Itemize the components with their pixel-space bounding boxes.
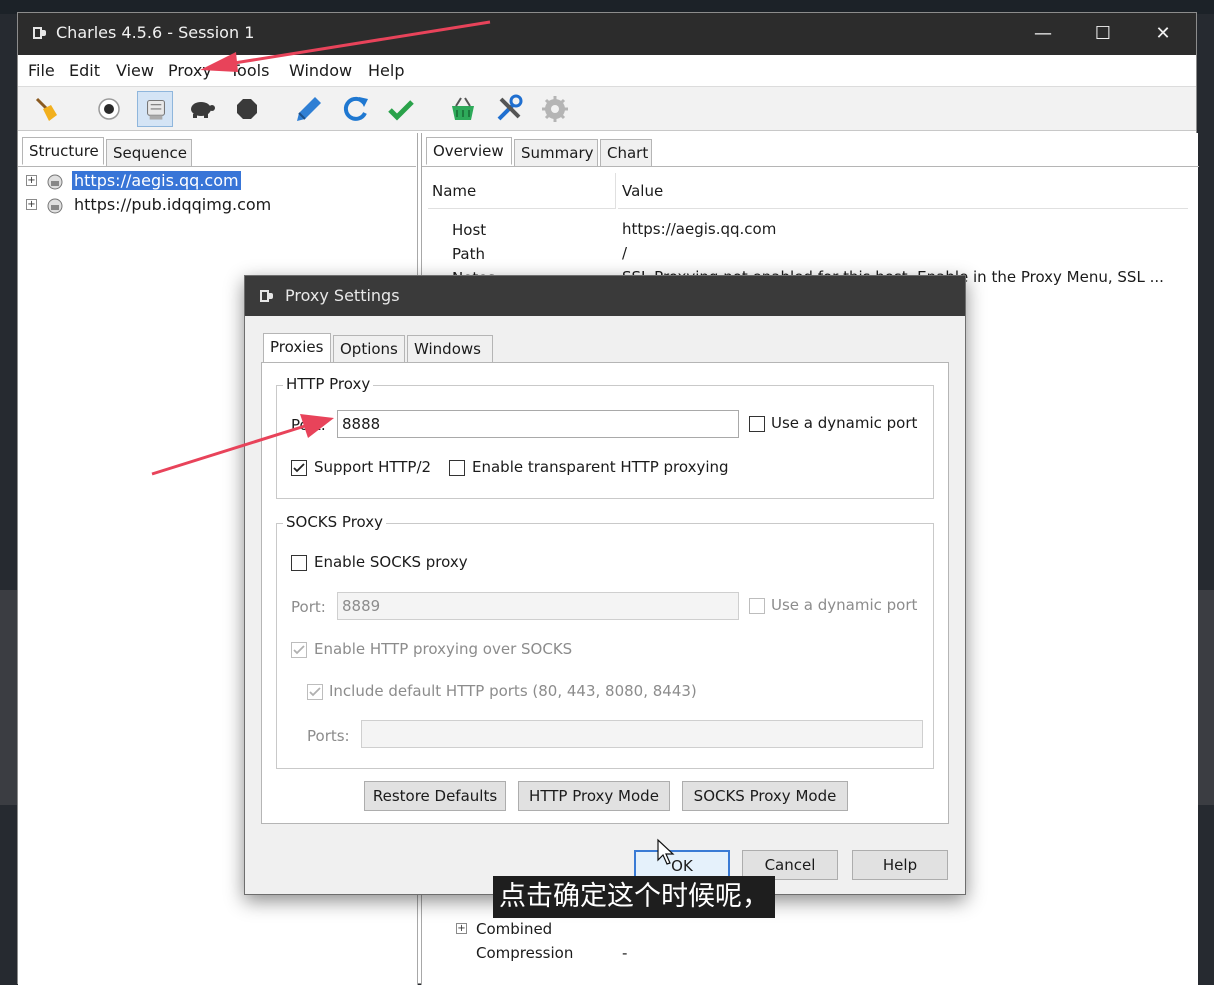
row-name: Path (452, 245, 485, 263)
tree-row[interactable]: + https://aegis.qq.com (26, 171, 406, 193)
menu-help[interactable]: Help (368, 61, 404, 80)
tab-sequence[interactable]: Sequence (106, 139, 192, 167)
help-button[interactable]: Help (852, 850, 948, 880)
socks-dynamic-port-label: Use a dynamic port (771, 596, 918, 614)
tab-chart[interactable]: Chart (600, 139, 652, 167)
charles-jug-icon (33, 27, 46, 39)
menu-view[interactable]: View (116, 61, 154, 80)
tab-divider (18, 166, 416, 167)
maximize-button[interactable]: ☐ (1080, 19, 1126, 49)
enable-socks-checkbox[interactable] (291, 555, 307, 571)
tab-divider (422, 166, 1199, 167)
row-name: Compression (476, 944, 574, 962)
http-proxy-legend: HTTP Proxy (283, 375, 374, 393)
row-value: / (622, 244, 628, 262)
throttle-icon[interactable] (137, 91, 173, 127)
pen-icon[interactable] (291, 91, 327, 127)
proxies-panel: HTTP Proxy Port: Use a dynamic port Supp… (261, 362, 949, 824)
tools-icon[interactable] (491, 91, 527, 127)
tab-options[interactable]: Options (333, 335, 405, 363)
menu-file[interactable]: File (28, 61, 55, 80)
restore-defaults-button[interactable]: Restore Defaults (364, 781, 506, 811)
include-default-ports-checkbox[interactable] (307, 684, 323, 700)
menu-tools[interactable]: Tools (230, 61, 269, 80)
socks-proxy-legend: SOCKS Proxy (283, 513, 387, 531)
http2-label: Support HTTP/2 (314, 458, 432, 476)
dialog-title: Proxy Settings (285, 286, 400, 305)
turtle-icon[interactable] (183, 91, 219, 127)
socks-proxy-mode-button[interactable]: SOCKS Proxy Mode (682, 781, 848, 811)
column-header-value[interactable]: Value (618, 173, 1188, 209)
http-over-socks-label: Enable HTTP proxying over SOCKS (314, 640, 573, 658)
dynamic-port-label: Use a dynamic port (771, 414, 918, 432)
http-proxy-mode-button[interactable]: HTTP Proxy Mode (518, 781, 670, 811)
menu-proxy[interactable]: Proxy (168, 61, 212, 80)
row-value: https://aegis.qq.com (622, 220, 777, 238)
refresh-icon[interactable] (337, 91, 373, 127)
enable-socks-label: Enable SOCKS proxy (314, 553, 468, 571)
close-button[interactable]: ✕ (1140, 19, 1186, 49)
ports-input[interactable] (361, 720, 923, 748)
menu-edit[interactable]: Edit (69, 61, 100, 80)
column-header-name[interactable]: Name (428, 173, 616, 209)
globe-lock-icon (47, 198, 63, 214)
video-subtitle: 点击确定这个时候呢， (493, 876, 775, 918)
http2-checkbox[interactable] (291, 460, 307, 476)
row-value: - (622, 944, 628, 962)
dynamic-port-checkbox[interactable] (749, 416, 765, 432)
proxy-settings-dialog: Proxy Settings Proxies Options Windows H… (244, 275, 966, 895)
http-over-socks-checkbox[interactable] (291, 642, 307, 658)
record-icon[interactable] (91, 91, 127, 127)
globe-lock-icon (47, 174, 63, 190)
tree-label[interactable]: https://aegis.qq.com (72, 171, 241, 190)
minimize-button[interactable]: — (1020, 19, 1066, 49)
tab-windows[interactable]: Windows (407, 335, 493, 363)
transparent-proxy-checkbox[interactable] (449, 460, 465, 476)
port-label: Port: (291, 416, 326, 434)
expand-icon[interactable]: + (456, 923, 467, 934)
tab-overview[interactable]: Overview (426, 137, 512, 165)
broom-icon[interactable] (29, 91, 65, 127)
check-icon[interactable] (383, 91, 419, 127)
http-proxy-group: HTTP Proxy Port: Use a dynamic port Supp… (276, 375, 934, 499)
title-bar: Charles 4.5.6 - Session 1 — ☐ ✕ (18, 13, 1196, 55)
socks-dynamic-port-checkbox[interactable] (749, 598, 765, 614)
expand-icon[interactable]: + (26, 175, 37, 186)
ports-label: Ports: (307, 727, 350, 745)
socks-proxy-group: SOCKS Proxy Enable SOCKS proxy Port: Use… (276, 513, 934, 769)
window-title: Charles 4.5.6 - Session 1 (56, 23, 255, 42)
tree-label[interactable]: https://pub.idqqimg.com (72, 195, 273, 214)
toolbar (18, 87, 1196, 131)
gear-icon[interactable] (537, 91, 573, 127)
basket-icon[interactable] (445, 91, 481, 127)
socks-port-input[interactable] (337, 592, 739, 620)
http-port-input[interactable] (337, 410, 739, 438)
tab-structure[interactable]: Structure (22, 137, 104, 165)
tab-proxies[interactable]: Proxies (263, 333, 331, 363)
row-name: Host (452, 221, 487, 239)
tab-summary[interactable]: Summary (514, 139, 598, 167)
socks-port-label: Port: (291, 598, 326, 616)
row-name: Combined (476, 920, 553, 938)
tree-row[interactable]: + https://pub.idqqimg.com (26, 195, 406, 217)
menu-window[interactable]: Window (289, 61, 352, 80)
expand-icon[interactable]: + (26, 199, 37, 210)
include-default-ports-label: Include default HTTP ports (80, 443, 808… (329, 682, 697, 700)
stop-icon[interactable] (229, 91, 265, 127)
dialog-title-bar: Proxy Settings (245, 276, 965, 316)
charles-jug-icon (260, 290, 273, 302)
menu-bar: File Edit View Proxy Tools Window Help (18, 55, 1196, 87)
transparent-proxy-label: Enable transparent HTTP proxying (472, 458, 729, 476)
